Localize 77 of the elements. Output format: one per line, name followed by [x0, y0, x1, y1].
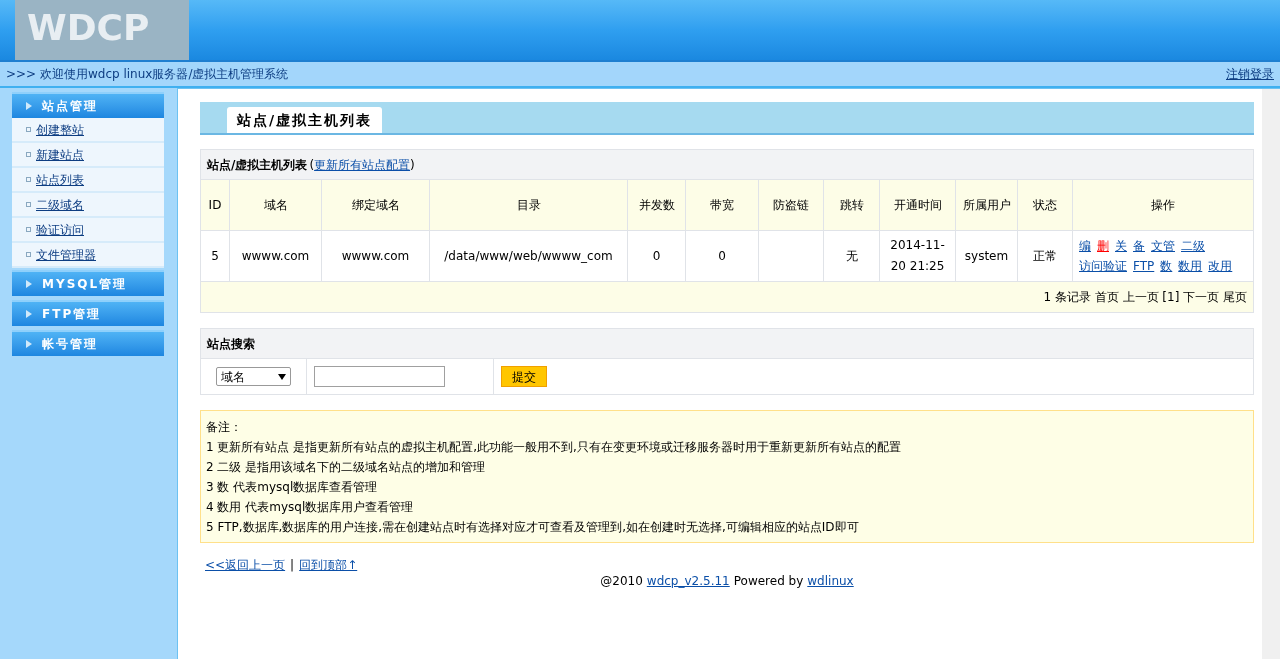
submit-button[interactable]: 提交: [501, 366, 547, 387]
square-icon: [26, 152, 31, 157]
page-tab[interactable]: 站点/虚拟主机列表: [227, 107, 383, 133]
triangle-icon: [26, 340, 32, 348]
action-link[interactable]: 数: [1160, 256, 1173, 276]
sidebar-item[interactable]: 二级域名: [12, 193, 164, 218]
square-icon: [26, 227, 31, 232]
action-link[interactable]: 备: [1133, 236, 1145, 256]
triangle-icon: [26, 280, 32, 288]
back-link[interactable]: <<返回上一页: [205, 556, 286, 574]
square-icon: [26, 177, 31, 182]
sidebar-item[interactable]: 新建站点: [12, 143, 164, 168]
powered-link[interactable]: wdlinux: [807, 572, 854, 590]
table-cell: 正常: [1018, 231, 1073, 281]
column-header: 所属用户: [956, 180, 1018, 230]
sidebar-item[interactable]: 验证访问: [12, 218, 164, 243]
version-link[interactable]: wdcp_v2.5.11: [646, 572, 730, 590]
separator: |: [290, 557, 295, 574]
table-cell: 5: [201, 231, 230, 281]
column-header: 带宽: [686, 180, 759, 230]
scrollbar[interactable]: [1262, 89, 1280, 659]
column-header: 目录: [430, 180, 628, 230]
note-text: 5 FTP,数据库,数据库的用户连接,需在创建站点时有选择对应才可查看及管理到,如在创建时无选择,可编辑相应的站点ID即可: [206, 519, 860, 536]
note-text: 2 二级 是指用该域名下的二级域名站点的增加和管理: [206, 459, 487, 476]
column-header: 状态: [1018, 180, 1073, 230]
column-header: 域名: [230, 180, 322, 230]
square-icon: [26, 252, 31, 257]
sidebar-item[interactable]: 站点列表: [12, 168, 164, 193]
search-title: 站点搜索: [207, 335, 255, 353]
action-link[interactable]: 二级: [1181, 236, 1205, 256]
pagination-text: 1 条记录 首页 上一页 [1] 下一页 尾页: [1043, 289, 1247, 306]
table-title: 站点/虚拟主机列表: [207, 156, 308, 174]
notes-title: 备注：: [206, 419, 243, 436]
copyright-text: @2010: [600, 573, 643, 590]
sidebar-item[interactable]: 文件管理器: [12, 243, 164, 268]
table-cell: wwww.com: [322, 231, 430, 281]
table-cell: wwww.com: [230, 231, 322, 281]
action-link[interactable]: 编: [1079, 236, 1091, 256]
action-link[interactable]: 删: [1097, 236, 1109, 256]
search-input[interactable]: [314, 366, 445, 387]
column-header: 绑定域名: [322, 180, 430, 230]
logo: WDCP: [15, 0, 189, 60]
table-cell: /data/www/web/wwww_com: [430, 231, 628, 281]
note-text: 3 数 代表mysql数据库查看管理: [206, 479, 379, 496]
column-header: 开通时间: [880, 180, 956, 230]
action-link[interactable]: 文管: [1151, 236, 1175, 256]
table-cell: 无: [824, 231, 880, 281]
column-header: 防盗链: [759, 180, 824, 230]
logout-link[interactable]: 注销登录: [1226, 65, 1274, 83]
triangle-icon: [26, 102, 32, 110]
table-cell: 0: [686, 231, 759, 281]
paren: ): [410, 156, 415, 174]
caret-icon: [278, 373, 286, 380]
powered-text: Powered by: [733, 573, 804, 590]
square-icon: [26, 127, 31, 132]
note-text: 4 数用 代表mysql数据库用户查看管理: [206, 499, 415, 516]
column-header: 并发数: [628, 180, 686, 230]
column-header: 操作: [1150, 197, 1176, 214]
column-header: ID: [201, 180, 230, 230]
note-text: 1 更新所有站点 是指更新所有站点的虚拟主机配置,此功能一般用不到,只有在变更环境或迁移服务器时用于重新更新所有站点的配置: [206, 439, 902, 456]
field-select[interactable]: 域名: [216, 367, 291, 386]
update-all-link[interactable]: 更新所有站点配置: [314, 155, 411, 174]
action-link[interactable]: FTP: [1133, 256, 1155, 276]
paren: (: [309, 156, 315, 174]
action-link[interactable]: 访问验证: [1079, 256, 1127, 276]
table-cell: 2014-11-20 21:25: [880, 231, 956, 281]
top-link[interactable]: 回到顶部↑: [299, 556, 358, 574]
triangle-icon: [26, 310, 32, 318]
square-icon: [26, 202, 31, 207]
column-header: 跳转: [824, 180, 880, 230]
welcome-text: >>> 欢迎使用wdcp linux服务器/虚拟主机管理系统: [6, 66, 289, 83]
table-cell: system: [956, 231, 1018, 281]
action-link[interactable]: 关: [1115, 236, 1127, 256]
sidebar-item[interactable]: 创建整站: [12, 118, 164, 143]
table-cell: 0: [628, 231, 686, 281]
action-link[interactable]: 数用: [1178, 256, 1203, 276]
action-link[interactable]: 改用: [1208, 256, 1233, 276]
